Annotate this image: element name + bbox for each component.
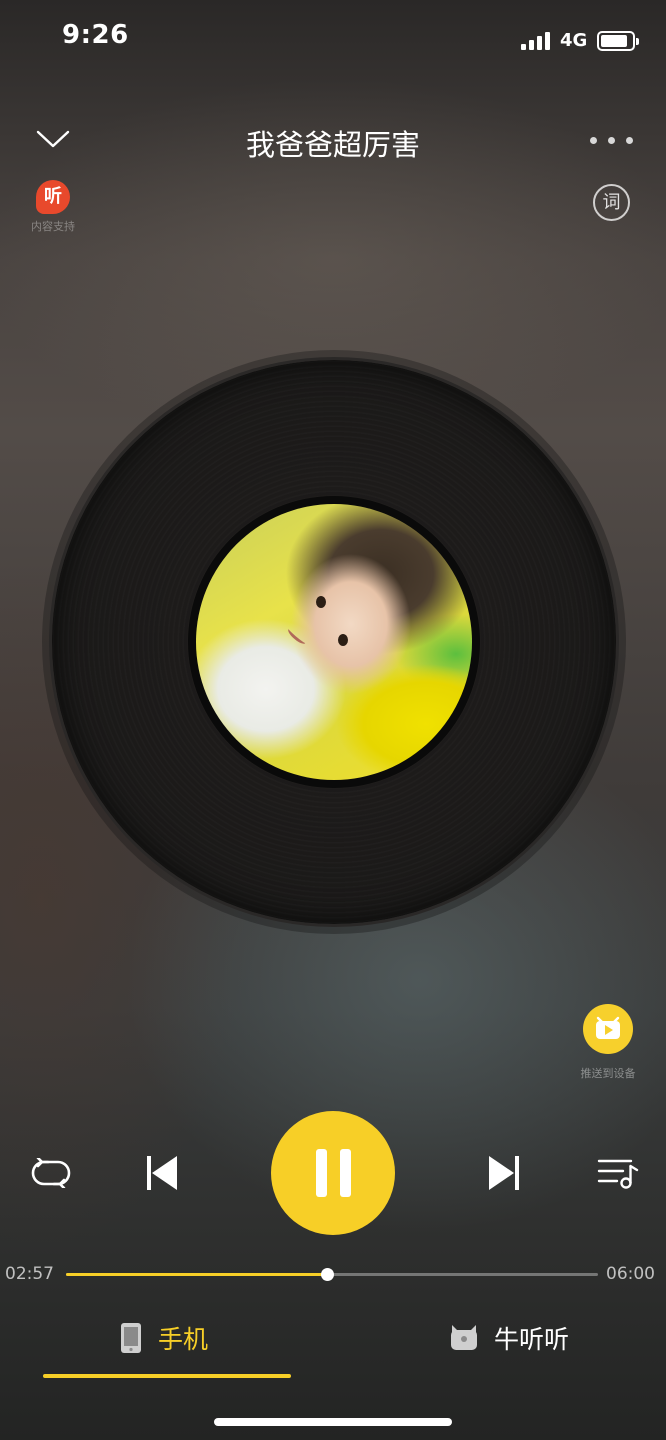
- cast-label: 推送到设备: [580, 1067, 636, 1080]
- phone-icon: [120, 1322, 142, 1354]
- playlist-icon[interactable]: [597, 1158, 639, 1190]
- repeat-icon[interactable]: [28, 1158, 74, 1188]
- song-title: 我爸爸超厉害: [245, 128, 420, 162]
- network-type: 4G: [560, 30, 588, 51]
- lyrics-button[interactable]: 词: [593, 184, 630, 221]
- music-player-screen: { "status_bar": { "time": "9:26", "netwo…: [0, 0, 666, 1440]
- battery-icon: [597, 31, 639, 51]
- active-tab-underline: [43, 1374, 291, 1378]
- pause-button[interactable]: [271, 1111, 395, 1235]
- more-dots-icon[interactable]: [588, 134, 636, 146]
- current-time: 02:57: [5, 1264, 54, 1284]
- content-provider[interactable]: 听 内容支持: [24, 180, 82, 234]
- total-time: 06:00: [606, 1264, 655, 1284]
- pause-icon: [316, 1149, 327, 1197]
- album-cover-image[interactable]: [196, 504, 472, 780]
- cast-device-icon: [583, 1004, 633, 1054]
- progress-thumb[interactable]: [320, 1268, 334, 1281]
- progress-slider[interactable]: [66, 1268, 598, 1281]
- tab-speaker[interactable]: 牛听听: [450, 1316, 569, 1360]
- provider-logo-icon: 听: [36, 180, 70, 214]
- tab-speaker-label: 牛听听: [494, 1325, 570, 1354]
- cast-button[interactable]: 推送到设备: [572, 1004, 644, 1081]
- tab-phone-label: 手机: [158, 1325, 209, 1354]
- skip-next-icon[interactable]: [487, 1155, 521, 1191]
- home-indicator[interactable]: [214, 1418, 452, 1426]
- signal-icon: [521, 32, 551, 50]
- status-time: 9:26: [62, 20, 129, 50]
- provider-caption: 内容支持: [31, 220, 75, 233]
- progress-fill: [66, 1273, 327, 1276]
- speaker-device-icon: [450, 1325, 478, 1351]
- tab-phone[interactable]: 手机: [120, 1316, 208, 1360]
- skip-previous-icon[interactable]: [145, 1155, 179, 1191]
